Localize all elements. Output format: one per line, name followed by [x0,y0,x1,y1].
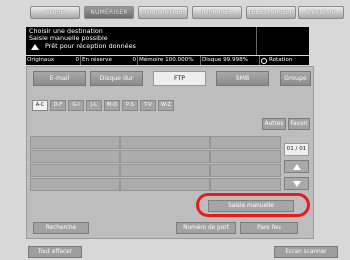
letter-index-j-l[interactable]: J-L [86,100,102,111]
reserve-value: 0 [132,57,136,63]
destination-cell[interactable] [210,164,281,177]
arrow-down-icon [292,180,301,187]
scroll-down-button[interactable] [284,177,309,190]
letter-index-t-v[interactable]: T-V [140,100,156,111]
mode-tab-copy[interactable]: COPIE [30,6,80,19]
reserve-label: En réserve [82,57,112,63]
originals-label: Originaux [27,57,55,63]
tab-email[interactable]: E-mail [33,71,86,86]
warning-icon [31,43,39,50]
message-line-3: Prêt pour réception données [45,41,136,50]
destination-cell[interactable] [30,164,120,177]
destination-cell[interactable] [120,136,210,149]
letter-index-m-o[interactable]: M-O [104,100,120,111]
status-bar: Originaux 0 En réserve 0 Mémoire 100.000… [26,56,309,65]
scroll-up-button[interactable] [284,160,309,173]
others-button[interactable]: Autres [262,118,286,130]
destination-cell[interactable] [120,178,210,191]
scanner-screen-button[interactable]: Ecran scanner [274,246,338,258]
letter-index-a-c[interactable]: A-C [32,100,48,111]
rotation-label: Rotation [269,57,293,63]
mode-tab-system[interactable]: SYSTÈME [298,6,344,19]
arrow-up-icon [292,163,301,170]
mode-tab-scan[interactable]: NUMÉRISER [84,6,134,19]
clear-all-button[interactable]: Tout effacer [28,246,82,258]
destination-cell[interactable] [120,164,210,177]
destination-cell[interactable] [210,136,281,149]
destination-cell[interactable] [30,178,120,191]
destination-cell[interactable] [30,136,120,149]
tab-smb[interactable]: SMB [216,71,269,86]
mode-tab-print[interactable]: IMPRIMER [192,6,242,19]
destination-cell[interactable] [210,150,281,163]
message-area: Choisir une destination Saisie manuelle … [26,27,309,55]
favorites-button[interactable]: Favori [288,118,310,130]
letter-index-p-s[interactable]: P-S [122,100,138,111]
destination-cell[interactable] [120,150,210,163]
letter-index-g-i[interactable]: G-I [68,100,84,111]
tab-ftp[interactable]: FTP [153,71,206,86]
disk-status: Disque 99.998% [202,57,248,63]
memory-status: Mémoire 100.000% [139,57,194,63]
mode-tab-download[interactable]: TÉLÉCHARGER [246,6,296,19]
destination-cell[interactable] [30,150,120,163]
destination-cell[interactable] [210,178,281,191]
rotation-icon [261,57,267,64]
page-counter: 01 / 01 [284,143,309,156]
highlight-ring [196,193,310,217]
letter-index-w-z[interactable]: W-Z [158,100,174,111]
port-number-button[interactable]: Numéro de port [176,222,236,234]
tab-hard-disk[interactable]: Disque dur [90,71,143,86]
originals-value: 0 [75,57,79,63]
tab-group[interactable]: Groupe [280,71,311,86]
letter-index-d-f[interactable]: D-F [50,100,66,111]
search-button[interactable]: Recherche [33,222,89,234]
mode-tab-store[interactable]: ENREGISTRER [138,6,188,19]
firewall-button[interactable]: Pare feu [240,222,298,234]
